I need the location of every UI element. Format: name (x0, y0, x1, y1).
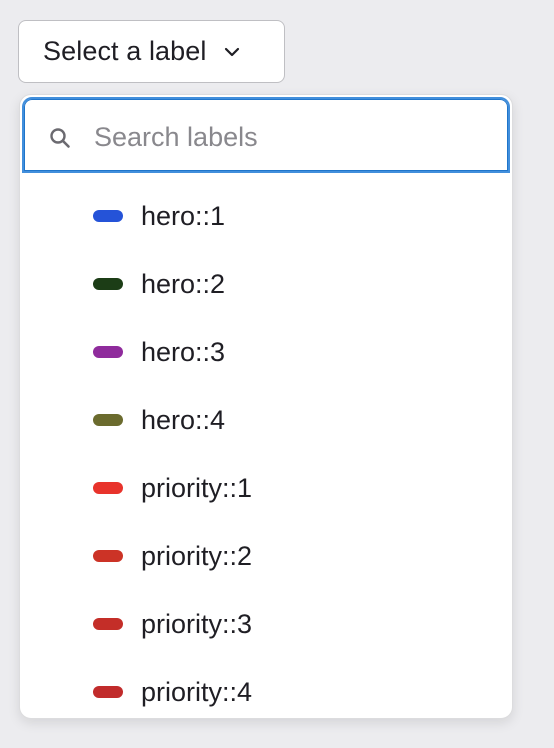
label-option[interactable]: hero::3 (20, 316, 512, 384)
search-icon (48, 126, 72, 150)
label-option-text: hero::4 (141, 405, 226, 435)
select-label-text: Select a label (43, 36, 207, 66)
label-color-swatch (93, 686, 123, 698)
label-color-swatch (93, 210, 123, 222)
label-option[interactable]: priority::4 (20, 656, 512, 718)
label-option[interactable]: priority::1 (20, 452, 512, 520)
label-option[interactable]: priority::3 (20, 588, 512, 656)
label-option-text: priority::2 (141, 541, 253, 571)
label-option-text: hero::1 (141, 201, 226, 231)
label-option-text: hero::2 (141, 269, 226, 299)
label-option[interactable]: hero::1 (20, 180, 512, 248)
label-color-swatch (93, 278, 123, 290)
label-option[interactable]: hero::2 (20, 248, 512, 316)
label-color-swatch (93, 550, 123, 562)
label-list: hero::1hero::2hero::3hero::4priority::1p… (20, 180, 512, 718)
label-color-swatch (93, 482, 123, 494)
label-color-swatch (93, 618, 123, 630)
search-box (22, 97, 510, 173)
label-option[interactable]: hero::4 (20, 384, 512, 452)
label-option[interactable]: priority::2 (20, 520, 512, 588)
label-color-swatch (93, 346, 123, 358)
label-dropdown-menu: hero::1hero::2hero::3hero::4priority::1p… (19, 94, 513, 719)
label-option-text: priority::1 (141, 473, 253, 503)
label-option-text: priority::4 (141, 677, 253, 707)
label-option-text: priority::3 (141, 609, 253, 639)
search-input[interactable] (94, 115, 494, 159)
label-option-text: hero::3 (141, 337, 226, 367)
label-color-swatch (93, 414, 123, 426)
chevron-down-icon (223, 43, 241, 61)
page: Select a label hero::1hero::2hero::3hero… (0, 0, 554, 748)
select-label-button[interactable]: Select a label (18, 20, 285, 83)
